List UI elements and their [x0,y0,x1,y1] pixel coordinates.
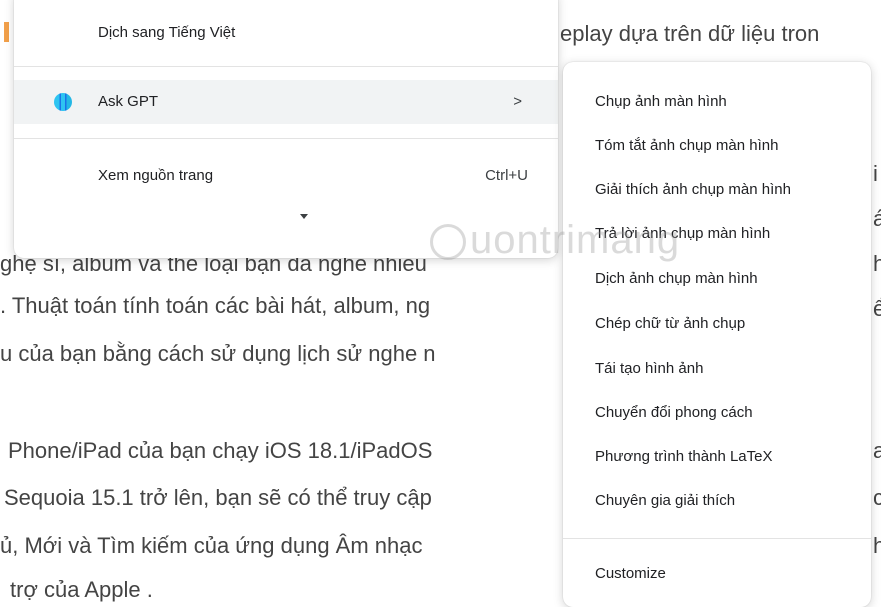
submenu-arrow-icon: > [513,93,522,110]
submenu-item-label: Giải thích ảnh chụp màn hình [595,181,791,198]
menu-separator [14,66,558,67]
submenu-item[interactable]: Trả lời ảnh chụp màn hình [563,212,871,256]
article-fragment: ể [873,296,881,321]
submenu-item-label: Chụp ảnh màn hình [595,93,727,110]
article-fragment: c [873,485,881,510]
submenu-item[interactable]: Chuyên gia giải thích [563,479,871,523]
submenu-item[interactable]: Dịch ảnh chụp màn hình [563,257,871,301]
article-line: trợ của Apple . [10,577,153,602]
menu-item-view-source[interactable]: Xem nguồn trang Ctrl+U [14,154,558,198]
submenu-item[interactable]: Tái tạo hình ảnh [563,347,871,391]
submenu-item-label: Trả lời ảnh chụp màn hình [595,225,771,242]
submenu-item-label: Chuyên gia giải thích [595,492,736,509]
article-fragment: a [873,438,881,463]
submenu-item[interactable]: Phương trình thành LaTeX [563,435,871,479]
menu-item-label: Ask GPT [98,93,159,110]
submenu-item-label: Tóm tắt ảnh chụp màn hình [595,137,779,154]
submenu-item[interactable]: Chụp ảnh màn hình [563,80,871,124]
gpt-icon [54,93,72,111]
article-line: Sequoia 15.1 trở lên, bạn sẽ có thể truy… [4,485,432,510]
submenu-item-label: Tái tạo hình ảnh [595,360,704,377]
accent-mark [4,22,9,42]
menu-item-ask-gpt[interactable]: Ask GPT > [14,80,558,124]
ask-gpt-submenu: Chụp ảnh màn hình Tóm tắt ảnh chụp màn h… [563,62,871,607]
article-fragment: h [873,533,881,558]
article-fragment: i [873,161,878,186]
article-line: Phone/iPad của bạn chạy iOS 18.1/iPadOS [8,438,433,463]
menu-item-shortcut: Ctrl+U [485,167,528,184]
menu-item-label: Xem nguồn trang [98,167,214,184]
menu-separator [14,138,558,139]
caret-down-icon [300,214,308,219]
context-menu: Dịch sang Tiếng Việt Ask GPT > Xem nguồn… [14,0,558,258]
menu-separator [563,538,871,539]
article-line: ủ, Mới và Tìm kiếm của ứng dụng Âm nhạc [0,533,423,558]
article-line: u của bạn bằng cách sử dụng lịch sử nghe… [0,341,436,366]
submenu-item[interactable]: Chép chữ từ ảnh chụp [563,302,871,346]
submenu-item-label: Customize [595,565,666,582]
submenu-item-label: Chép chữ từ ảnh chụp [595,315,746,332]
menu-item-translate[interactable]: Dịch sang Tiếng Việt [14,11,558,55]
submenu-item-label: Chuyển đổi phong cách [595,404,753,421]
article-fragment: h [873,251,881,276]
submenu-item[interactable]: Giải thích ảnh chụp màn hình [563,168,871,212]
submenu-item[interactable]: Tóm tắt ảnh chụp màn hình [563,124,871,168]
article-line: . Thuật toán tính toán các bài hát, albu… [0,293,431,318]
article-line: eplay dựa trên dữ liệu tron [560,21,820,46]
submenu-item-customize[interactable]: Customize [563,552,871,596]
submenu-item[interactable]: Chuyển đổi phong cách [563,391,871,435]
menu-item-label: Dịch sang Tiếng Việt [98,24,236,41]
article-fragment: á [873,206,881,231]
submenu-item-label: Phương trình thành LaTeX [595,448,773,465]
submenu-item-label: Dịch ảnh chụp màn hình [595,270,758,287]
